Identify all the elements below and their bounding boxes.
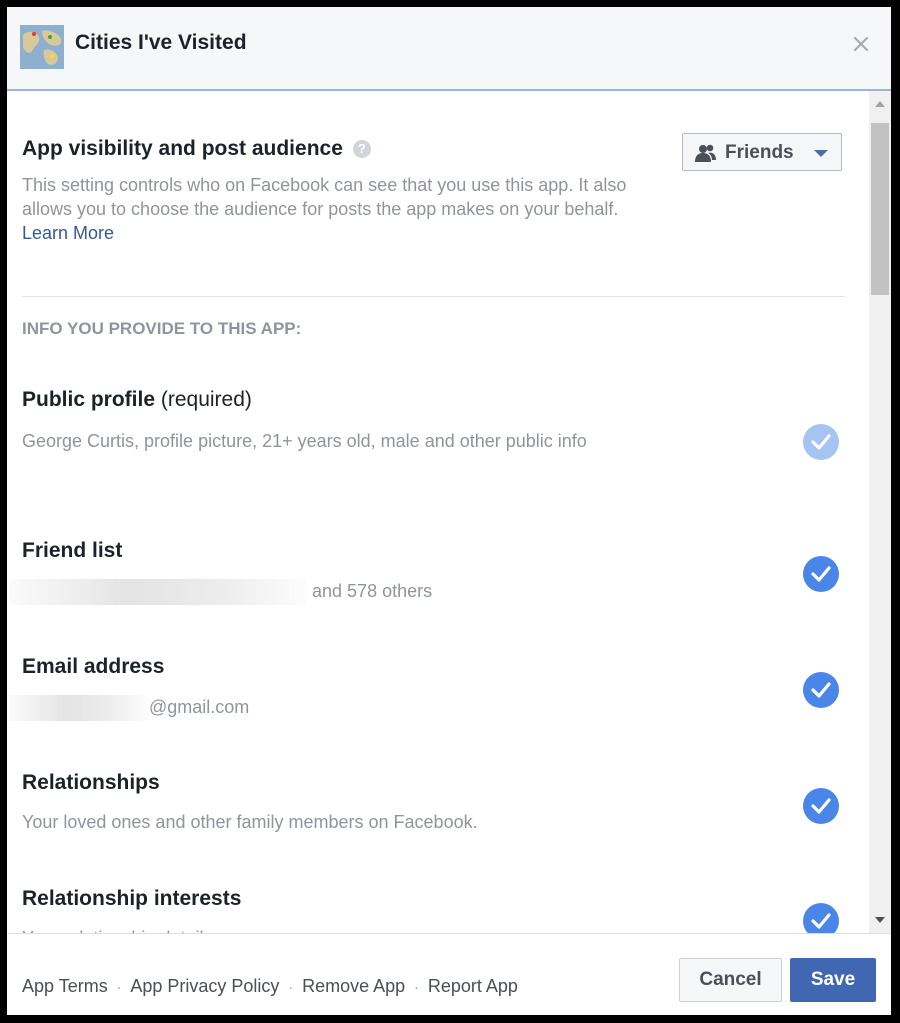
friends-icon bbox=[695, 144, 717, 167]
footer-links: App Terms · App Privacy Policy · Remove App ·… bbox=[22, 976, 518, 997]
checkmark-icon bbox=[803, 424, 839, 460]
checkmark-icon[interactable] bbox=[803, 788, 839, 824]
cancel-button[interactable]: Cancel bbox=[679, 958, 782, 1002]
checkmark-icon[interactable] bbox=[803, 672, 839, 708]
scroll-down-arrow-icon[interactable] bbox=[875, 917, 885, 923]
permission-description: Your relationship details bbox=[22, 923, 622, 933]
checkmark-icon[interactable] bbox=[803, 556, 839, 592]
report-app-link[interactable]: Report App bbox=[428, 976, 518, 996]
permission-description-text: @gmail.com bbox=[149, 697, 250, 717]
question-icon[interactable]: ? bbox=[352, 140, 371, 158]
dialog-body: App visibility and post audience? This s… bbox=[7, 91, 869, 933]
remove-app-link[interactable]: Remove App bbox=[302, 976, 405, 996]
learn-more-link[interactable]: Learn More bbox=[22, 223, 114, 243]
redacted-text bbox=[9, 579, 307, 606]
permission-description-text: and 578 others bbox=[312, 581, 433, 601]
info-section-title: INFO YOU PROVIDE TO THIS APP: bbox=[22, 319, 302, 338]
permission-title: Friend list bbox=[22, 539, 123, 562]
visibility-description: This setting controls who on Facebook ca… bbox=[22, 173, 662, 245]
permission-title-text: Public profile bbox=[22, 388, 156, 411]
audience-label: Friends bbox=[725, 142, 794, 163]
scroll-up-arrow-icon[interactable] bbox=[875, 101, 885, 107]
dialog-header: Cities I've Visited bbox=[7, 7, 891, 91]
visibility-heading: App visibility and post audience? bbox=[22, 137, 371, 161]
visibility-title: App visibility and post audience bbox=[22, 137, 343, 160]
permission-description: George Curtis, profile picture, 21+ year… bbox=[22, 431, 587, 451]
visibility-description-text: This setting controls who on Facebook ca… bbox=[22, 175, 627, 219]
checkmark-icon[interactable] bbox=[803, 903, 839, 933]
permission-description: Your loved ones and other family members… bbox=[22, 812, 478, 832]
required-note: (required) bbox=[160, 388, 252, 411]
permission-description: and 578 others bbox=[9, 576, 609, 606]
close-icon[interactable] bbox=[849, 32, 873, 56]
chevron-down-icon bbox=[814, 150, 828, 157]
permission-title: Public profile (required) bbox=[22, 388, 252, 412]
redacted-text bbox=[9, 695, 149, 722]
app-terms-link[interactable]: App Terms bbox=[22, 976, 108, 996]
separator-dot: · bbox=[288, 979, 294, 995]
separator-dot: · bbox=[116, 979, 122, 995]
permission-title: Relationship interests bbox=[22, 887, 242, 910]
scrollbar[interactable] bbox=[869, 91, 891, 933]
permission-title: Relationships bbox=[22, 771, 160, 794]
permission-description: @gmail.com bbox=[9, 692, 609, 722]
dialog-footer: App Terms · App Privacy Policy · Remove App ·… bbox=[7, 933, 891, 1015]
app-permissions-dialog: Cities I've Visited App visibility and p… bbox=[7, 7, 891, 1015]
section-divider bbox=[22, 296, 845, 297]
save-button[interactable]: Save bbox=[790, 958, 876, 1002]
world-map-icon bbox=[20, 25, 64, 69]
separator-dot: · bbox=[414, 979, 419, 995]
scrollbar-thumb[interactable] bbox=[871, 123, 889, 295]
permission-title: Email address bbox=[22, 655, 165, 678]
app-privacy-policy-link[interactable]: App Privacy Policy bbox=[130, 976, 279, 996]
dialog-title: Cities I've Visited bbox=[75, 31, 247, 54]
audience-selector-button[interactable]: Friends bbox=[682, 133, 842, 171]
